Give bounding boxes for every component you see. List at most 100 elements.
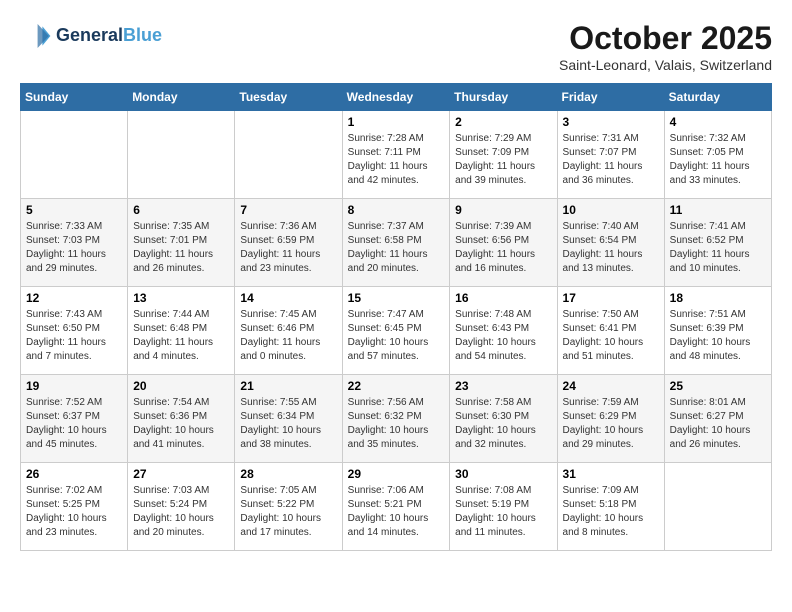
calendar-cell: 29 Sunrise: 7:06 AM Sunset: 5:21 PM Dayli… — [342, 463, 450, 551]
calendar-cell: 31Sunrise: 7:09 AM Sunset: 5:18 PM Dayli… — [557, 463, 664, 551]
day-number: 9 — [455, 203, 551, 217]
calendar-cell: 1 Sunrise: 7:28 AM Sunset: 7:11 PM Daylig… — [342, 111, 450, 199]
calendar-cell: 24 Sunrise: 7:59 AM Sunset: 6:29 PM Dayli… — [557, 375, 664, 463]
calendar-cell: 14 Sunrise: 7:45 AM Sunset: 6:46 PM Dayli… — [235, 287, 342, 375]
day-number: 17 — [563, 291, 659, 305]
day-number: 14 — [240, 291, 336, 305]
calendar-table: SundayMondayTuesdayWednesdayThursdayFrid… — [20, 83, 772, 551]
day-number: 23 — [455, 379, 551, 393]
day-info: Sunrise: 7:43 AM Sunset: 6:50 PM Dayligh… — [26, 308, 122, 364]
day-number: 4 — [670, 115, 766, 129]
calendar-week-1: 5Sunrise: 7:33 AM Sunset: 7:03 PM Daylig… — [21, 199, 772, 287]
calendar-header-row: SundayMondayTuesdayWednesdayThursdayFrid… — [21, 84, 772, 111]
day-info: Sunrise: 7:48 AM Sunset: 6:43 PM Dayligh… — [455, 308, 551, 364]
calendar-week-3: 19 Sunrise: 7:52 AM Sunset: 6:37 PM Dayli… — [21, 375, 772, 463]
header-friday: Friday — [557, 84, 664, 111]
day-number: 10 — [563, 203, 659, 217]
day-info: Sunrise: 7:37 AM Sunset: 6:58 PM Dayligh… — [348, 220, 445, 276]
day-number: 30 — [455, 467, 551, 481]
day-info: Sunrise: 7:32 AM Sunset: 7:05 PM Dayligh… — [670, 132, 766, 188]
calendar-cell: 18 Sunrise: 7:51 AM Sunset: 6:39 PM Dayli… — [664, 287, 771, 375]
day-info: Sunrise: 7:36 AM Sunset: 6:59 PM Dayligh… — [240, 220, 336, 276]
day-info: Sunrise: 7:39 AM Sunset: 6:56 PM Dayligh… — [455, 220, 551, 276]
day-info: Sunrise: 7:02 AM Sunset: 5:25 PM Dayligh… — [26, 484, 122, 540]
day-info: Sunrise: 7:31 AM Sunset: 7:07 PM Dayligh… — [563, 132, 659, 188]
day-info: Sunrise: 7:33 AM Sunset: 7:03 PM Dayligh… — [26, 220, 122, 276]
calendar-cell: 17 Sunrise: 7:50 AM Sunset: 6:41 PM Dayli… — [557, 287, 664, 375]
day-info: Sunrise: 7:45 AM Sunset: 6:46 PM Dayligh… — [240, 308, 336, 364]
day-number: 25 — [670, 379, 766, 393]
calendar-cell: 15 Sunrise: 7:47 AM Sunset: 6:45 PM Dayli… — [342, 287, 450, 375]
day-number: 3 — [563, 115, 659, 129]
calendar-cell — [128, 111, 235, 199]
day-info: Sunrise: 7:28 AM Sunset: 7:11 PM Dayligh… — [348, 132, 445, 188]
calendar-cell: 26 Sunrise: 7:02 AM Sunset: 5:25 PM Dayli… — [21, 463, 128, 551]
day-number: 20 — [133, 379, 229, 393]
calendar-cell: 3 Sunrise: 7:31 AM Sunset: 7:07 PM Daylig… — [557, 111, 664, 199]
day-info: Sunrise: 7:59 AM Sunset: 6:29 PM Dayligh… — [563, 396, 659, 452]
day-info: Sunrise: 7:51 AM Sunset: 6:39 PM Dayligh… — [670, 308, 766, 364]
day-info: Sunrise: 7:06 AM Sunset: 5:21 PM Dayligh… — [348, 484, 445, 540]
day-number: 18 — [670, 291, 766, 305]
header-monday: Monday — [128, 84, 235, 111]
day-info: Sunrise: 7:47 AM Sunset: 6:45 PM Dayligh… — [348, 308, 445, 364]
day-number: 15 — [348, 291, 445, 305]
logo-text: GeneralBlue — [56, 26, 162, 46]
header-sunday: Sunday — [21, 84, 128, 111]
calendar-cell: 19 Sunrise: 7:52 AM Sunset: 6:37 PM Dayli… — [21, 375, 128, 463]
header-wednesday: Wednesday — [342, 84, 450, 111]
calendar-cell: 5Sunrise: 7:33 AM Sunset: 7:03 PM Daylig… — [21, 199, 128, 287]
day-number: 1 — [348, 115, 445, 129]
calendar-week-0: 1 Sunrise: 7:28 AM Sunset: 7:11 PM Daylig… — [21, 111, 772, 199]
logo: GeneralBlue — [20, 20, 162, 52]
day-number: 16 — [455, 291, 551, 305]
calendar-cell: 27 Sunrise: 7:03 AM Sunset: 5:24 PM Dayli… — [128, 463, 235, 551]
logo-icon — [20, 20, 52, 52]
day-number: 8 — [348, 203, 445, 217]
day-number: 31 — [563, 467, 659, 481]
day-info: Sunrise: 7:54 AM Sunset: 6:36 PM Dayligh… — [133, 396, 229, 452]
day-info: Sunrise: 7:50 AM Sunset: 6:41 PM Dayligh… — [563, 308, 659, 364]
header-tuesday: Tuesday — [235, 84, 342, 111]
day-number: 28 — [240, 467, 336, 481]
calendar-cell: 11 Sunrise: 7:41 AM Sunset: 6:52 PM Dayli… — [664, 199, 771, 287]
calendar-cell — [21, 111, 128, 199]
day-number: 19 — [26, 379, 122, 393]
day-info: Sunrise: 7:08 AM Sunset: 5:19 PM Dayligh… — [455, 484, 551, 540]
calendar-cell: 4 Sunrise: 7:32 AM Sunset: 7:05 PM Daylig… — [664, 111, 771, 199]
day-number: 24 — [563, 379, 659, 393]
day-number: 27 — [133, 467, 229, 481]
calendar-cell — [235, 111, 342, 199]
day-info: Sunrise: 7:41 AM Sunset: 6:52 PM Dayligh… — [670, 220, 766, 276]
month-title: October 2025 — [559, 20, 772, 57]
day-number: 21 — [240, 379, 336, 393]
page-header: GeneralBlue October 2025 Saint-Leonard, … — [20, 20, 772, 73]
calendar-cell: 12 Sunrise: 7:43 AM Sunset: 6:50 PM Dayli… — [21, 287, 128, 375]
day-number: 7 — [240, 203, 336, 217]
calendar-week-2: 12 Sunrise: 7:43 AM Sunset: 6:50 PM Dayli… — [21, 287, 772, 375]
day-info: Sunrise: 7:03 AM Sunset: 5:24 PM Dayligh… — [133, 484, 229, 540]
day-number: 26 — [26, 467, 122, 481]
title-block: October 2025 Saint-Leonard, Valais, Swit… — [559, 20, 772, 73]
header-saturday: Saturday — [664, 84, 771, 111]
calendar-cell: 6Sunrise: 7:35 AM Sunset: 7:01 PM Daylig… — [128, 199, 235, 287]
calendar-cell: 7 Sunrise: 7:36 AM Sunset: 6:59 PM Daylig… — [235, 199, 342, 287]
calendar-cell: 28 Sunrise: 7:05 AM Sunset: 5:22 PM Dayli… — [235, 463, 342, 551]
calendar-cell: 25 Sunrise: 8:01 AM Sunset: 6:27 PM Dayli… — [664, 375, 771, 463]
calendar-cell: 21 Sunrise: 7:55 AM Sunset: 6:34 PM Dayli… — [235, 375, 342, 463]
day-info: Sunrise: 7:58 AM Sunset: 6:30 PM Dayligh… — [455, 396, 551, 452]
calendar-cell: 10Sunrise: 7:40 AM Sunset: 6:54 PM Dayli… — [557, 199, 664, 287]
day-info: Sunrise: 7:44 AM Sunset: 6:48 PM Dayligh… — [133, 308, 229, 364]
day-info: Sunrise: 7:52 AM Sunset: 6:37 PM Dayligh… — [26, 396, 122, 452]
calendar-cell: 13Sunrise: 7:44 AM Sunset: 6:48 PM Dayli… — [128, 287, 235, 375]
day-info: Sunrise: 7:55 AM Sunset: 6:34 PM Dayligh… — [240, 396, 336, 452]
day-info: Sunrise: 7:56 AM Sunset: 6:32 PM Dayligh… — [348, 396, 445, 452]
day-number: 29 — [348, 467, 445, 481]
day-number: 11 — [670, 203, 766, 217]
header-thursday: Thursday — [450, 84, 557, 111]
day-info: Sunrise: 7:05 AM Sunset: 5:22 PM Dayligh… — [240, 484, 336, 540]
day-info: Sunrise: 8:01 AM Sunset: 6:27 PM Dayligh… — [670, 396, 766, 452]
day-number: 12 — [26, 291, 122, 305]
calendar-cell: 30 Sunrise: 7:08 AM Sunset: 5:19 PM Dayli… — [450, 463, 557, 551]
calendar-cell: 8 Sunrise: 7:37 AM Sunset: 6:58 PM Daylig… — [342, 199, 450, 287]
